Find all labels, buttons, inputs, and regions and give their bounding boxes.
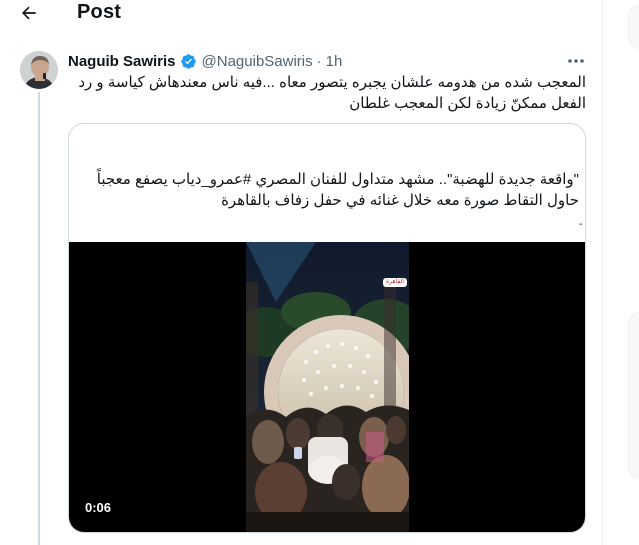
right-sidebar: [603, 0, 639, 545]
thread-line: [38, 92, 40, 545]
quoted-text: "واقعة جديدة للهضبة".. مشهد متداول للفنا…: [96, 171, 579, 209]
video-duration: 0:06: [79, 498, 118, 517]
back-button[interactable]: [14, 0, 44, 26]
author-row: Naguib Sawiris @NaguibSawiris · 1h: [68, 51, 342, 71]
more-dots-icon: [568, 59, 584, 63]
more-button[interactable]: [562, 51, 590, 71]
verified-badge-icon: [180, 53, 197, 70]
author-handle[interactable]: @NaguibSawiris: [202, 53, 313, 70]
sidebar-card: [628, 312, 639, 479]
page-header: Post: [0, 0, 602, 28]
page-title: Post: [77, 1, 122, 23]
quoted-mark: -: [579, 219, 583, 230]
separator-dot: ·: [316, 52, 322, 70]
sidebar-card: [628, 5, 639, 49]
avatar[interactable]: [20, 51, 58, 89]
video-overlay-badge: القاهرة: [383, 278, 407, 287]
timeline-column: Post Naguib Sawiris @NaguibSawiris · 1h: [0, 0, 603, 545]
author-name[interactable]: Naguib Sawiris: [68, 53, 176, 70]
video-overlay-text: القاهرة: [386, 279, 404, 285]
post-time[interactable]: 1h: [326, 53, 343, 70]
video-player[interactable]: القاهرة 0:06: [69, 242, 585, 532]
arrow-left-icon: [22, 6, 36, 20]
tweet-text: المعجب شده من هدومه علشان يجبره يتصور مع…: [78, 74, 586, 112]
quoted-card[interactable]: "واقعة جديدة للهضبة".. مشهد متداول للفنا…: [68, 123, 586, 533]
avatar-image: [20, 51, 58, 89]
